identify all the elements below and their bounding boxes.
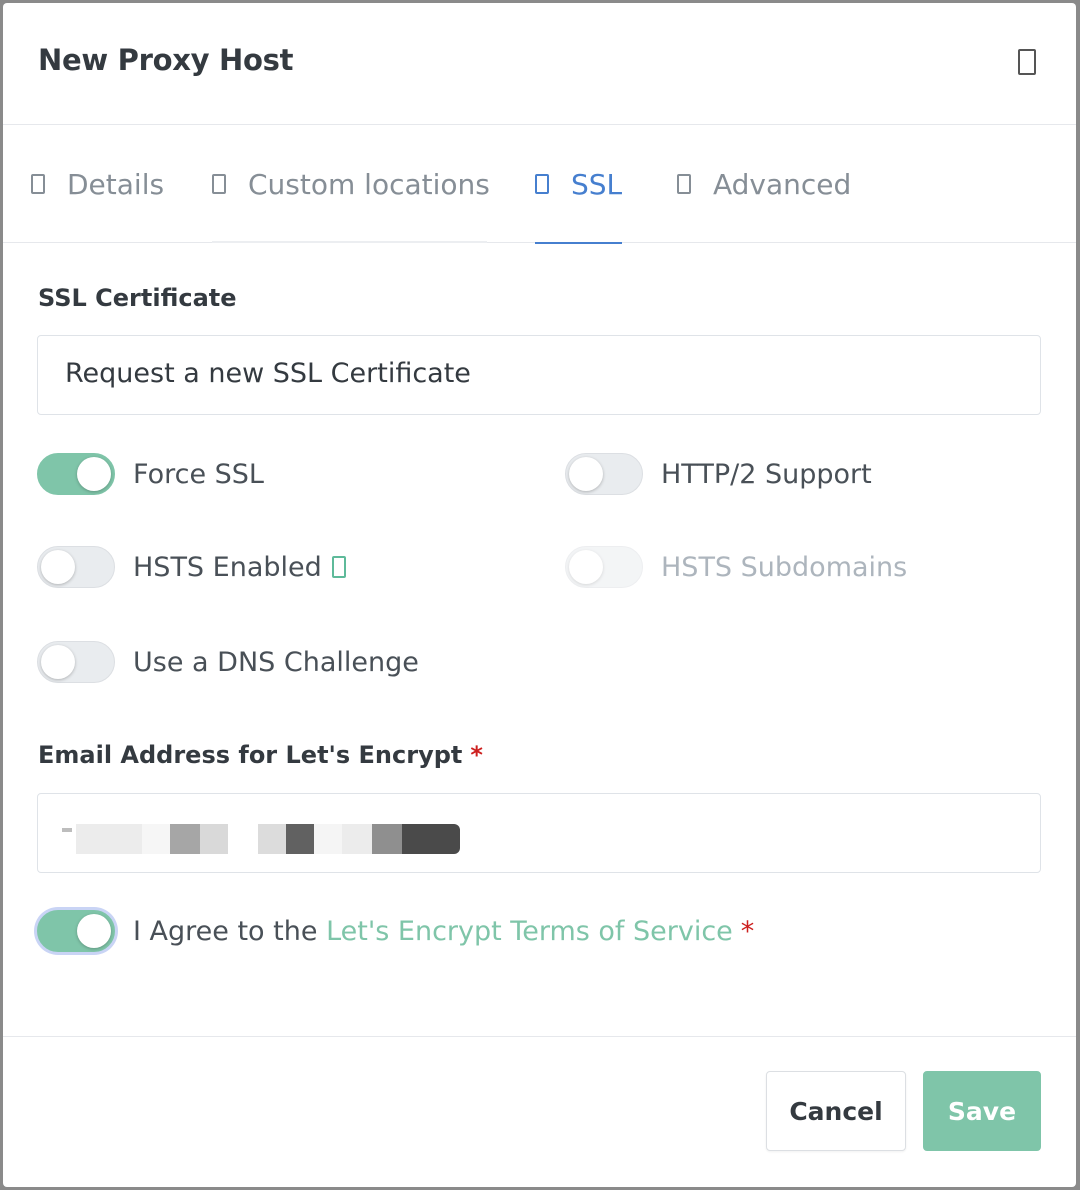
ssl-certificate-value: Request a new SSL Certificate bbox=[65, 358, 471, 389]
switch-knob bbox=[77, 914, 111, 948]
redacted-block bbox=[200, 824, 228, 854]
agree-prefix: I Agree to the bbox=[133, 915, 327, 947]
tab-ssl-label: SSL bbox=[571, 167, 623, 201]
redacted-block bbox=[62, 828, 72, 832]
redacted-block bbox=[372, 824, 402, 854]
hsts-subdomains-switch bbox=[565, 546, 643, 588]
switch-knob bbox=[41, 645, 75, 679]
modal-header: New Proxy Host bbox=[3, 3, 1076, 125]
dns-challenge-label: Use a DNS Challenge bbox=[133, 646, 419, 678]
hsts-enabled-label: HSTS Enabled bbox=[133, 552, 346, 583]
hsts-enabled-switch[interactable] bbox=[37, 546, 115, 588]
ssl-tab-icon bbox=[535, 174, 549, 194]
tab-custom-locations-label: Custom locations bbox=[248, 167, 490, 201]
agree-tos-switch[interactable] bbox=[37, 910, 115, 952]
email-label: Email Address for Let's Encrypt * bbox=[38, 741, 483, 769]
redacted-block bbox=[402, 824, 460, 854]
switch-knob bbox=[41, 550, 75, 584]
hsts-subdomains-toggle: HSTS Subdomains bbox=[565, 546, 907, 588]
dns-challenge-toggle[interactable]: Use a DNS Challenge bbox=[37, 641, 419, 683]
required-marker: * bbox=[740, 915, 755, 947]
force-ssl-label: Force SSL bbox=[133, 458, 264, 490]
advanced-tab-icon bbox=[677, 174, 691, 194]
redacted-block bbox=[76, 824, 142, 854]
agree-tos-label: I Agree to the Let's Encrypt Terms of Se… bbox=[133, 916, 754, 947]
tab-advanced-label: Advanced bbox=[713, 167, 852, 201]
http2-support-toggle[interactable]: HTTP/2 Support bbox=[565, 453, 872, 495]
details-tab-icon bbox=[31, 174, 45, 194]
redacted-block bbox=[286, 824, 314, 854]
save-button[interactable]: Save bbox=[923, 1071, 1041, 1151]
close-icon[interactable] bbox=[1018, 49, 1036, 75]
redacted-block bbox=[142, 824, 170, 854]
http2-support-label: HTTP/2 Support bbox=[661, 458, 872, 490]
tab-details-label: Details bbox=[67, 167, 165, 201]
required-marker: * bbox=[470, 741, 483, 769]
redacted-block bbox=[258, 824, 286, 854]
dns-challenge-switch[interactable] bbox=[37, 641, 115, 683]
force-ssl-switch[interactable] bbox=[37, 453, 115, 495]
redacted-block bbox=[314, 824, 342, 854]
new-proxy-host-modal: New Proxy Host Details Custom locations … bbox=[3, 3, 1076, 1187]
force-ssl-toggle[interactable]: Force SSL bbox=[37, 453, 264, 495]
tos-link[interactable]: Let's Encrypt Terms of Service bbox=[326, 916, 733, 947]
modal-title: New Proxy Host bbox=[38, 43, 294, 77]
hsts-enabled-toggle[interactable]: HSTS Enabled bbox=[37, 546, 346, 588]
switch-knob bbox=[569, 457, 603, 491]
agree-tos-toggle[interactable]: I Agree to the Let's Encrypt Terms of Se… bbox=[37, 910, 754, 952]
tab-custom-locations[interactable]: Custom locations bbox=[212, 125, 490, 243]
tab-bar: Details Custom locations SSL Advanced bbox=[3, 125, 1076, 244]
tab-ssl[interactable]: SSL bbox=[535, 125, 623, 244]
email-input[interactable] bbox=[37, 793, 1041, 873]
footer-divider bbox=[3, 1036, 1076, 1037]
redacted-block bbox=[342, 824, 372, 854]
cancel-button[interactable]: Cancel bbox=[766, 1071, 906, 1151]
http2-support-switch[interactable] bbox=[565, 453, 643, 495]
switch-knob bbox=[77, 457, 111, 491]
ssl-certificate-select[interactable]: Request a new SSL Certificate bbox=[37, 335, 1041, 415]
tab-advanced[interactable]: Advanced bbox=[677, 125, 851, 243]
switch-knob bbox=[569, 550, 603, 584]
tab-details[interactable]: Details bbox=[31, 125, 164, 243]
custom-locations-tab-icon bbox=[212, 174, 226, 194]
hsts-enabled-text: HSTS Enabled bbox=[133, 551, 322, 583]
info-icon[interactable] bbox=[331, 555, 346, 578]
hsts-subdomains-label: HSTS Subdomains bbox=[661, 551, 908, 583]
email-label-text: Email Address for Let's Encrypt bbox=[38, 741, 463, 769]
redacted-block bbox=[170, 824, 200, 854]
ssl-certificate-label: SSL Certificate bbox=[38, 284, 237, 312]
